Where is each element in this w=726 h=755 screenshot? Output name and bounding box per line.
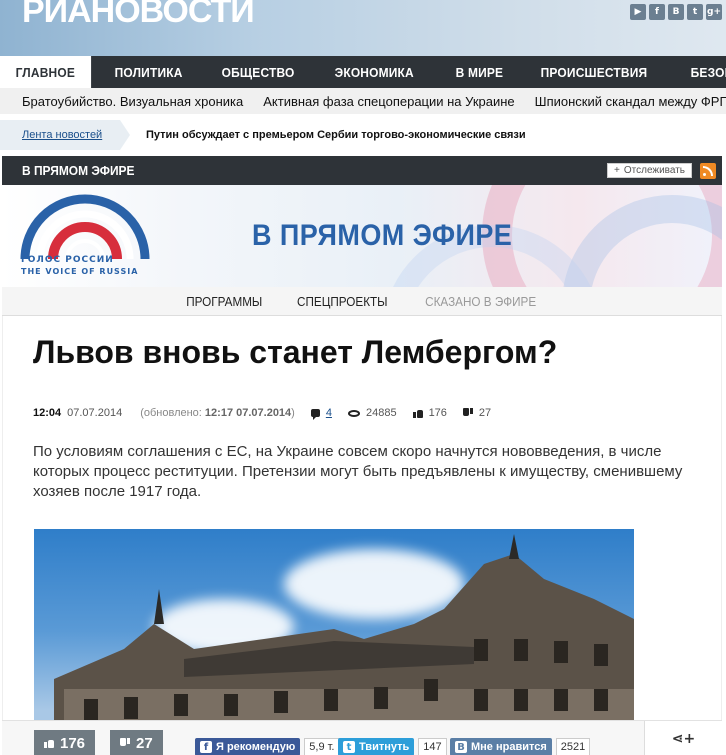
publish-time: 12:04 [33, 407, 62, 419]
dislike-count: 27 [136, 734, 153, 752]
likes-stat: 176 [412, 407, 447, 419]
page: РИАНОВОСТИ ▶ f B t g+ ГЛАВНОЕ ПОЛИТИКА О… [0, 0, 726, 755]
live-bar: В ПРЯМОМ ЭФИРЕ + Отслеживать [2, 156, 722, 185]
updated-info: (обновлено: 12:17 07.07.2014) [140, 407, 295, 419]
googleplus-icon[interactable]: g+ [706, 4, 722, 20]
banner-logo-line2: THE VOICE OF RUSSIA [21, 267, 139, 276]
nav-item-security[interactable]: БЕЗОПАСНОСТЬ [675, 56, 726, 88]
follow-label: Отслеживать [623, 165, 685, 176]
likes-count: 176 [428, 407, 447, 419]
topic-link[interactable]: Шпионский скандал между ФРГ [535, 94, 726, 109]
vk-like-label: Мне нравится [471, 741, 547, 753]
comments-stat[interactable]: 4 [310, 407, 332, 420]
like-button[interactable]: 176 [34, 730, 96, 755]
nav-item-society[interactable]: ОБЩЕСТВО [206, 56, 310, 88]
share-icon: ⋖+ [671, 730, 696, 747]
youtube-icon[interactable]: ▶ [630, 4, 646, 20]
comment-icon [310, 409, 320, 420]
plus-icon: + [614, 165, 620, 176]
article-meta: 12:04 07.07.2014 (обновлено: 12:17 07.07… [33, 407, 491, 420]
rss-icon[interactable] [700, 163, 716, 179]
article: Львов вновь станет Лембергом? 12:04 07.0… [2, 316, 722, 755]
nav-item-economy[interactable]: ЭКОНОМИКА [319, 56, 429, 88]
publish-date: 07.07.2014 [67, 407, 123, 419]
live-banner[interactable]: ГОЛОС РОССИИ THE VOICE OF RUSSIA В ПРЯМО… [2, 185, 722, 287]
vk-share: B Мне нравится 2521 [450, 738, 591, 755]
news-ticker: Лента новостей Путин обсуждает с премьер… [0, 120, 726, 150]
comments-count[interactable]: 4 [326, 407, 332, 419]
vk-icon[interactable]: B [668, 4, 684, 20]
eye-icon [347, 409, 360, 417]
vk-count: 2521 [555, 738, 591, 755]
section-programs[interactable]: ПРОГРАММЫ [186, 294, 262, 309]
nav-item-main[interactable]: ГЛАВНОЕ [0, 56, 91, 88]
facebook-icon[interactable]: f [649, 4, 665, 20]
thumbs-up-icon [412, 408, 423, 418]
twitter-icon: t [343, 741, 355, 753]
nav-item-politics[interactable]: ПОЛИТИКА [99, 56, 198, 88]
tweet-label: Твитнуть [359, 741, 410, 753]
section-specprojects[interactable]: СПЕЦПРОЕКТЫ [297, 294, 388, 309]
twitter-icon[interactable]: t [687, 4, 703, 20]
facebook-icon: f [200, 741, 212, 753]
views-count: 24885 [365, 407, 397, 419]
dislike-button[interactable]: 27 [110, 730, 163, 755]
follow-button[interactable]: + Отслеживать [607, 163, 692, 178]
topic-link[interactable]: Активная фаза спецоперации на Украине [263, 94, 514, 109]
article-lead: По условиям соглашения с ЕС, на Украине … [33, 443, 683, 500]
article-headline: Львов вновь станет Лембергом? [33, 334, 558, 370]
updated-time: 12:17 07.07.2014 [204, 407, 292, 419]
ticker-headline[interactable]: Путин обсуждает с премьером Сербии торго… [146, 129, 526, 141]
vk-like-button[interactable]: B Мне нравится [450, 738, 552, 755]
thumbs-down-icon [463, 408, 473, 418]
dislikes-stat: 27 [463, 407, 491, 419]
banner-logo-line1: ГОЛОС РОССИИ [21, 255, 114, 265]
twitter-share: t Твитнуть 147 [338, 738, 447, 755]
nav-item-world[interactable]: В МИРЕ [440, 56, 519, 88]
facebook-recommend-button[interactable]: f Я рекомендую [195, 738, 301, 755]
thumbs-down-icon [120, 738, 130, 748]
topic-links: Братоубийство. Визуальная хроника Активн… [0, 88, 726, 114]
social-links: ▶ f B t g+ [630, 4, 722, 20]
facebook-count: 5,9 т. [304, 738, 340, 755]
views-stat: 24885 [347, 407, 397, 419]
twitter-count: 147 [418, 738, 447, 755]
share-bar: 176 27 f Я рекомендую 5,9 т. t Твитнуть … [2, 720, 722, 755]
more-share-button[interactable]: ⋖+ [644, 721, 722, 755]
like-count: 176 [60, 734, 86, 752]
facebook-recommend-label: Я рекомендую [216, 741, 296, 753]
dislikes-count: 27 [478, 407, 492, 419]
site-logo[interactable]: РИАНОВОСТИ [22, 0, 255, 31]
tweet-button[interactable]: t Твитнуть [338, 738, 415, 755]
news-feed-link[interactable]: Лента новостей [0, 120, 130, 150]
live-sections: ПРОГРАММЫ СПЕЦПРОЕКТЫ СКАЗАНО В ЭФИРЕ [2, 287, 722, 316]
site-header: РИАНОВОСТИ ▶ f B t g+ [0, 0, 726, 56]
facebook-share: f Я рекомендую 5,9 т. [195, 738, 340, 755]
banner-title: В ПРЯМОМ ЭФИРЕ [252, 219, 513, 252]
main-nav: ГЛАВНОЕ ПОЛИТИКА ОБЩЕСТВО ЭКОНОМИКА В МИ… [0, 56, 726, 88]
topic-link[interactable]: Братоубийство. Визуальная хроника [22, 94, 243, 109]
section-said-on-air[interactable]: СКАЗАНО В ЭФИРЕ [425, 294, 536, 309]
thumbs-up-icon [44, 738, 54, 748]
vk-icon: B [455, 741, 467, 753]
nav-item-incidents[interactable]: ПРОИСШЕСТВИЯ [525, 56, 663, 88]
live-bar-title: В ПРЯМОМ ЭФИРЕ [22, 163, 135, 178]
